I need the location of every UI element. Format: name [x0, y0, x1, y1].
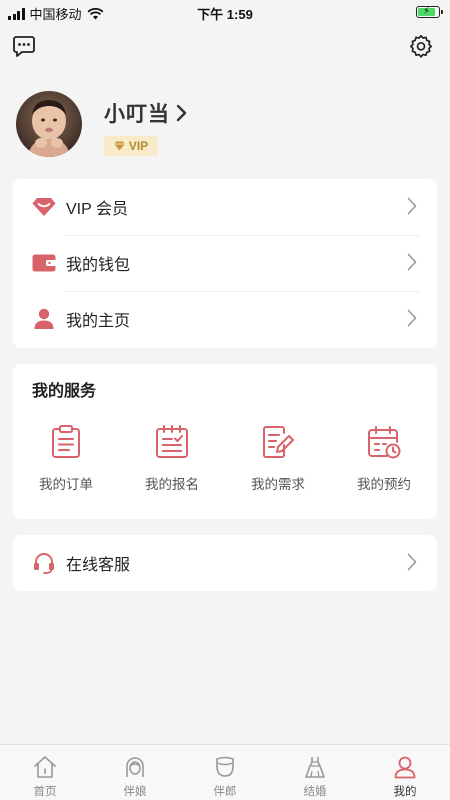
- user-icon: [32, 307, 56, 331]
- settings-gear-icon[interactable]: [408, 33, 434, 59]
- chevron-right-icon: [176, 104, 187, 122]
- service-orders[interactable]: 我的订单: [13, 424, 119, 493]
- service-label: 我的报名: [145, 477, 199, 492]
- menu-item-online-support[interactable]: 在线客服: [13, 535, 437, 591]
- username-link[interactable]: 小叮当: [104, 98, 188, 128]
- diamond-icon: [114, 141, 125, 151]
- account-menu-card: VIP 会员 我的钱包 我的主页: [13, 179, 437, 348]
- tab-label: 我的: [393, 786, 417, 798]
- battery-icon: ⚡: [416, 6, 443, 18]
- service-registrations[interactable]: 我的报名: [119, 424, 225, 493]
- headset-icon: [32, 551, 56, 575]
- vip-icon: [32, 195, 56, 219]
- wedding-dress-icon: [302, 754, 328, 780]
- tab-label: 结婚: [303, 786, 327, 798]
- vip-badge: VIP: [104, 136, 158, 156]
- bottom-tab-bar: 首页 伴娘 伴郎 结婚 我的: [0, 744, 450, 800]
- menu-item-label: 我的钱包: [66, 257, 131, 274]
- home-icon: [32, 754, 58, 780]
- services-title: 我的服务: [32, 383, 97, 400]
- chevron-right-icon: [407, 197, 417, 215]
- chevron-right-icon: [407, 309, 417, 327]
- service-appointments[interactable]: 我的预约: [331, 424, 437, 493]
- calendar-icon: [367, 424, 401, 460]
- status-time: 下午 1:59: [197, 7, 253, 22]
- bridesmaid-icon: [122, 754, 148, 780]
- checklist-icon: [155, 424, 189, 460]
- menu-item-label: 在线客服: [66, 557, 131, 574]
- profile-icon: [392, 754, 418, 780]
- service-label: 我的需求: [251, 477, 305, 492]
- vip-badge-label: VIP: [128, 139, 149, 153]
- menu-item-wallet[interactable]: 我的钱包: [13, 235, 437, 291]
- tab-bridesmaid[interactable]: 伴娘: [90, 745, 180, 800]
- chevron-right-icon: [407, 253, 417, 271]
- tab-label: 首页: [33, 786, 57, 798]
- avatar[interactable]: [16, 91, 82, 157]
- service-label: 我的预约: [357, 477, 411, 492]
- service-requests[interactable]: 我的需求: [225, 424, 331, 493]
- tab-mine[interactable]: 我的: [360, 745, 450, 800]
- groomsman-icon: [212, 754, 238, 780]
- menu-item-homepage[interactable]: 我的主页: [13, 291, 437, 347]
- clipboard-icon: [49, 424, 83, 460]
- tab-groomsman[interactable]: 伴郎: [180, 745, 270, 800]
- menu-item-label: 我的主页: [66, 313, 131, 330]
- menu-item-vip[interactable]: VIP 会员: [13, 179, 437, 235]
- service-label: 我的订单: [39, 477, 93, 492]
- chevron-right-icon: [407, 553, 417, 571]
- tab-label: 伴郎: [213, 786, 237, 798]
- edit-document-icon: [261, 424, 295, 460]
- username: 小叮当: [104, 103, 170, 126]
- my-services-card: 我的服务 我的订单 我的报名 我的需求 我的预约: [13, 364, 437, 519]
- tab-home[interactable]: 首页: [0, 745, 90, 800]
- menu-item-label: VIP 会员: [66, 201, 128, 218]
- wallet-icon: [32, 251, 56, 275]
- message-icon[interactable]: [11, 33, 37, 59]
- online-support-card: 在线客服: [13, 535, 437, 591]
- tab-wedding[interactable]: 结婚: [270, 745, 360, 800]
- tab-label: 伴娘: [123, 786, 147, 798]
- status-bar: 中国移动 下午 1:59 ⚡: [0, 0, 450, 24]
